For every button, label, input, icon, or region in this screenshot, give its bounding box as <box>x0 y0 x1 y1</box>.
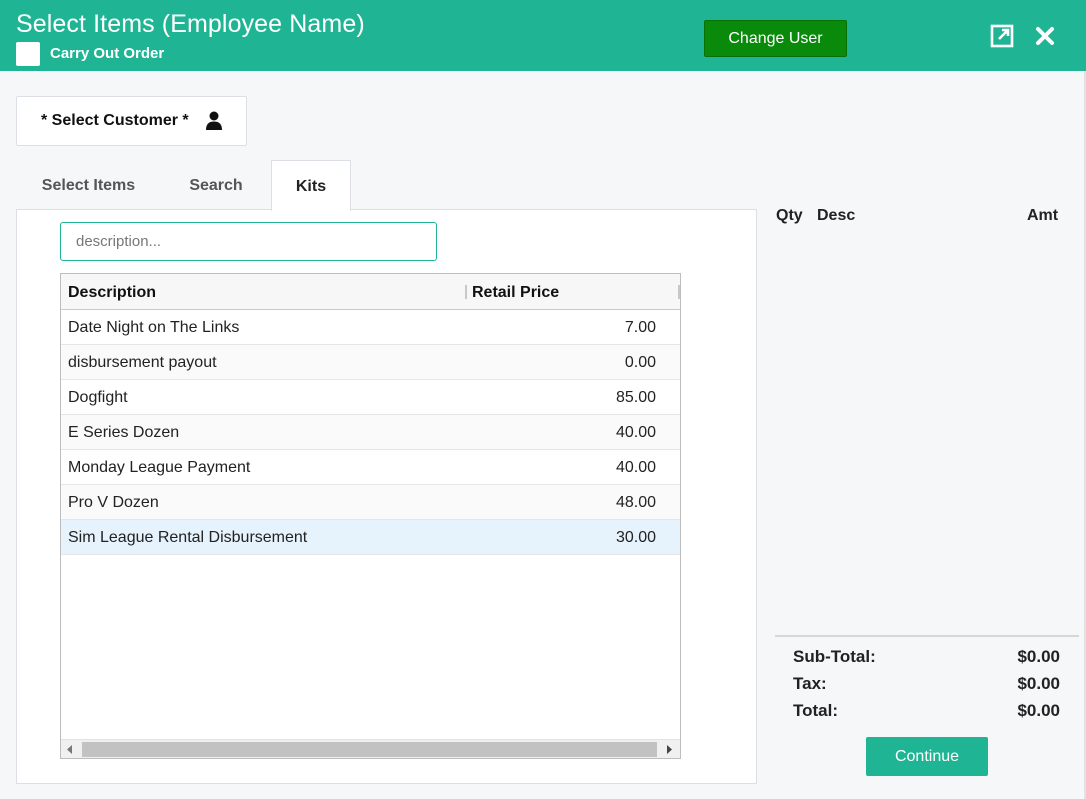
kits-grid: Description Retail Price Date Night on T… <box>60 273 681 759</box>
cell-price: 7.00 <box>624 319 656 336</box>
column-resize-handle[interactable] <box>678 285 680 299</box>
table-row[interactable]: E Series Dozen 40.00 <box>61 415 680 450</box>
select-customer-button[interactable]: * Select Customer * <box>16 96 247 146</box>
cell-price: 30.00 <box>615 529 656 546</box>
search-input[interactable] <box>60 222 437 261</box>
total-value: $0.00 <box>1017 701 1060 720</box>
continue-button[interactable]: Continue <box>866 737 988 776</box>
cell-price: 48.00 <box>615 494 656 511</box>
table-row[interactable]: Pro V Dozen 48.00 <box>61 485 680 520</box>
table-row[interactable]: Dogfight 85.00 <box>61 380 680 415</box>
cell-description: Sim League Rental Disbursement <box>68 529 308 546</box>
cell-price: 40.00 <box>615 424 656 441</box>
cell-price: 85.00 <box>615 389 656 406</box>
cell-price: 40.00 <box>615 459 656 476</box>
subtotal-label: Sub-Total: <box>793 647 876 666</box>
carry-out-checkbox[interactable] <box>16 42 40 66</box>
scroll-right-icon[interactable] <box>664 744 674 755</box>
grid-header: Description Retail Price <box>61 274 680 310</box>
column-header-retail-price[interactable]: Retail Price <box>472 284 559 302</box>
total-label: Total: <box>793 701 839 720</box>
tab-select-items[interactable]: Select Items <box>16 160 161 210</box>
tax-value: $0.00 <box>1017 674 1060 693</box>
cell-description: disbursement payout <box>68 354 217 371</box>
close-icon[interactable] <box>1034 24 1056 48</box>
header-bar: Select Items (Employee Name) Carry Out O… <box>0 0 1086 71</box>
tab-search[interactable]: Search <box>162 160 270 210</box>
cart-header-desc: Desc <box>817 207 856 224</box>
cell-description: Monday League Payment <box>68 459 251 476</box>
expand-icon[interactable] <box>990 24 1014 48</box>
column-header-description[interactable]: Description <box>68 284 156 302</box>
cell-price: 0.00 <box>624 354 656 371</box>
cell-description: E Series Dozen <box>68 424 180 441</box>
tab-kits[interactable]: Kits <box>271 160 351 211</box>
cell-description: Date Night on The Links <box>68 319 240 336</box>
select-customer-label: * Select Customer * <box>41 112 189 129</box>
kits-panel: Description Retail Price Date Night on T… <box>16 209 757 784</box>
page-title: Select Items (Employee Name) <box>16 10 365 38</box>
table-row[interactable]: Date Night on The Links 7.00 <box>61 310 680 345</box>
cart-header-qty: Qty <box>776 207 803 224</box>
cell-description: Pro V Dozen <box>68 494 159 511</box>
scroll-left-icon[interactable] <box>65 744 75 755</box>
change-user-button[interactable]: Change User <box>704 20 847 57</box>
horizontal-scrollbar[interactable] <box>61 739 680 758</box>
tax-label: Tax: <box>793 674 827 693</box>
totals-divider <box>775 635 1079 637</box>
user-icon <box>206 111 222 130</box>
scrollbar-thumb[interactable] <box>82 742 657 757</box>
cart-header-amt: Amt <box>1027 207 1059 224</box>
column-resize-handle[interactable] <box>465 285 467 299</box>
carry-out-label: Carry Out Order <box>50 45 165 62</box>
table-row-selected[interactable]: Sim League Rental Disbursement 30.00 <box>61 520 680 555</box>
subtotal-value: $0.00 <box>1017 647 1060 666</box>
table-row[interactable]: Monday League Payment 40.00 <box>61 450 680 485</box>
table-row[interactable]: disbursement payout 0.00 <box>61 345 680 380</box>
cell-description: Dogfight <box>68 389 128 406</box>
